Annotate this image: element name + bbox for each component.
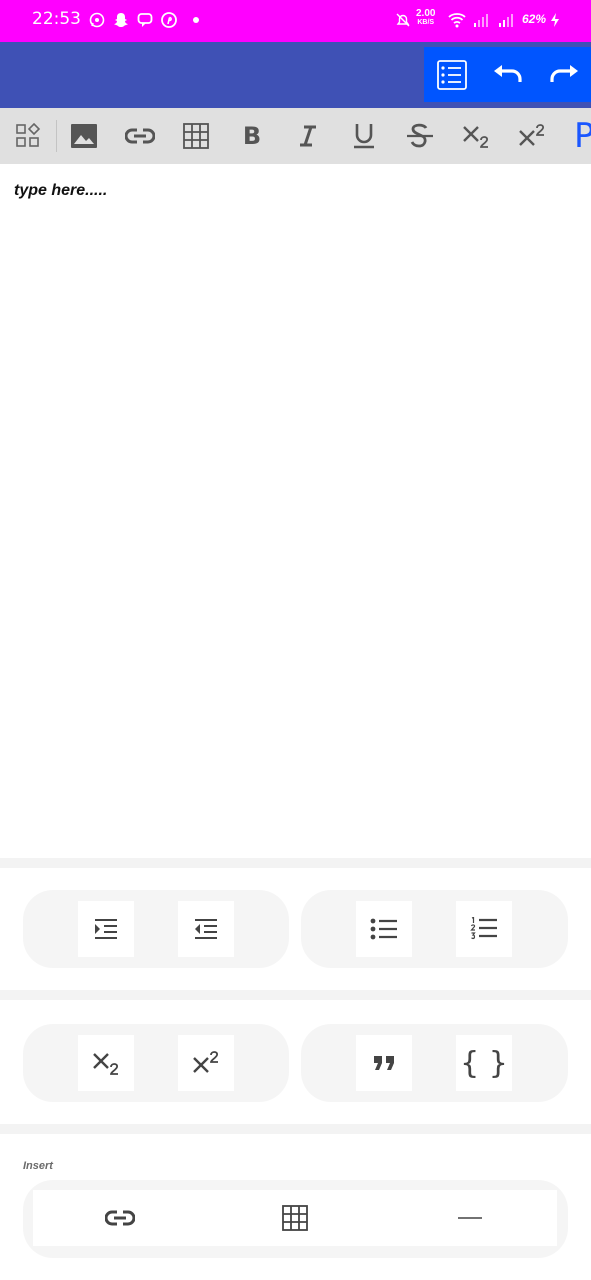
table-icon — [183, 123, 209, 149]
editor-placeholder: type here..... — [14, 182, 108, 199]
bold-icon: B — [242, 122, 262, 150]
quote-button[interactable] — [356, 1035, 412, 1091]
checklist-button[interactable] — [424, 47, 479, 102]
subscript-panel-button[interactable] — [78, 1035, 134, 1091]
status-time: 22:53 — [32, 9, 81, 29]
bold-button[interactable]: B — [224, 108, 280, 164]
superscript-panel-button[interactable] — [178, 1035, 234, 1091]
strikethrough-button[interactable] — [392, 108, 448, 164]
redo-icon — [549, 64, 578, 82]
dot-icon — [187, 11, 205, 29]
table-icon — [282, 1205, 308, 1231]
network-speed-value: 2.00 — [416, 8, 436, 19]
link-icon — [105, 1210, 135, 1226]
insert-label: Insert — [23, 1160, 53, 1172]
numbered-list-button[interactable] — [456, 901, 512, 957]
insert-link-button[interactable] — [60, 1190, 180, 1246]
numbered-list-icon — [470, 917, 497, 940]
undo-button[interactable] — [480, 47, 535, 102]
network-speed: 2.00 KB/S — [416, 9, 435, 27]
network-speed-unit: KB/S — [417, 19, 435, 26]
format-toolbar: B P — [0, 108, 591, 165]
redo-button[interactable] — [536, 47, 591, 102]
blocks-icon — [16, 123, 41, 147]
insert-horizontal-rule-button[interactable] — [410, 1190, 530, 1246]
italic-icon — [300, 125, 316, 147]
indent-button[interactable] — [78, 901, 134, 957]
paragraph-button[interactable]: P — [560, 108, 591, 164]
bullet-list-icon — [370, 918, 397, 940]
indent-group — [23, 890, 289, 968]
block-group: { } — [301, 1024, 568, 1102]
checklist-icon — [436, 59, 467, 90]
undo-icon — [493, 64, 522, 82]
quote-icon — [374, 1056, 394, 1070]
strikethrough-icon — [407, 123, 433, 148]
superscript-icon — [193, 1051, 218, 1073]
pinterest-icon — [160, 11, 178, 29]
subscript-icon — [463, 126, 488, 148]
superscript-icon — [519, 124, 544, 146]
insert-bar — [33, 1190, 557, 1246]
status-bar: 22:53 2.00 KB/S 62% — [0, 0, 591, 42]
underline-icon — [354, 124, 374, 149]
paragraph-icon: P — [574, 116, 591, 156]
charging-bolt-icon — [546, 11, 564, 29]
whatsapp-icon — [88, 11, 106, 29]
signal-icon-1 — [472, 11, 490, 29]
list-group — [301, 890, 568, 968]
panel-divider — [0, 858, 591, 868]
snapchat-icon — [112, 11, 130, 29]
subscript-button[interactable] — [448, 108, 504, 164]
link-button[interactable] — [112, 108, 168, 164]
image-button[interactable] — [56, 108, 112, 164]
underline-button[interactable] — [336, 108, 392, 164]
table-button[interactable] — [168, 108, 224, 164]
battery-percent: 62% — [522, 12, 547, 26]
panel-divider — [0, 1124, 591, 1134]
link-icon — [125, 128, 155, 144]
insert-table-button[interactable] — [235, 1190, 355, 1246]
outdent-icon — [195, 919, 217, 939]
mute-bell-icon — [394, 11, 412, 29]
signal-icon-2 — [497, 11, 515, 29]
code-block-icon: { } — [460, 1045, 508, 1081]
indent-icon — [95, 919, 117, 939]
blocks-button[interactable] — [0, 108, 56, 164]
subscript-icon — [93, 1053, 118, 1075]
chat-bubble-icon — [136, 11, 154, 29]
app-bar-actions — [424, 47, 591, 102]
script-group — [23, 1024, 289, 1102]
outdent-button[interactable] — [178, 901, 234, 957]
code-block-button[interactable]: { } — [456, 1035, 512, 1091]
bullet-list-button[interactable] — [356, 901, 412, 957]
italic-button[interactable] — [280, 108, 336, 164]
superscript-button[interactable] — [504, 108, 560, 164]
panel-divider — [0, 990, 591, 1000]
editor-area[interactable]: type here..... — [0, 164, 591, 858]
image-icon — [71, 124, 97, 148]
horizontal-rule-icon — [458, 1217, 482, 1219]
wifi-icon — [448, 11, 466, 29]
